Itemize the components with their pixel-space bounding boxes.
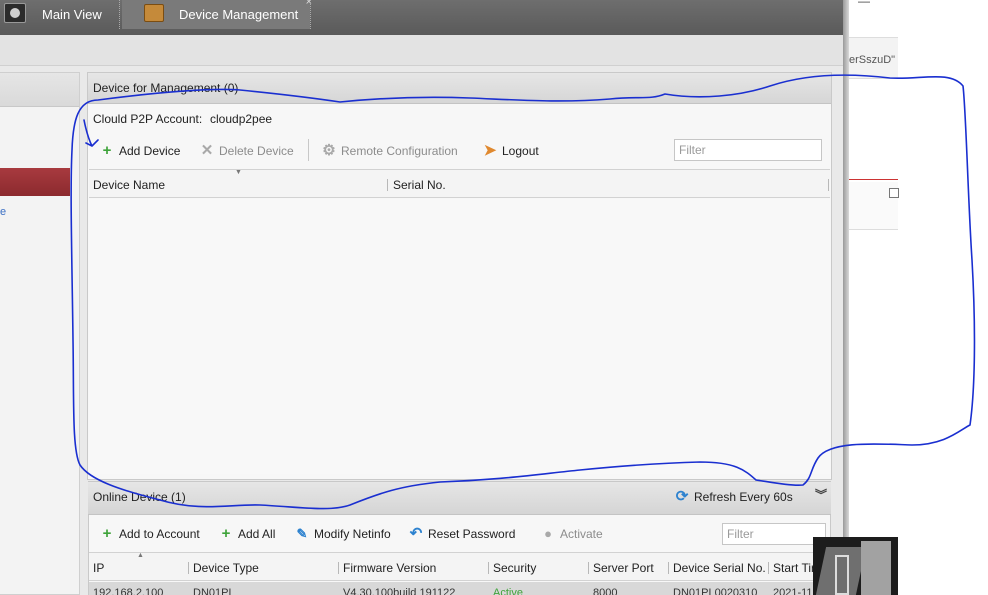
cell-serial: DN01PL0020310	[673, 587, 758, 595]
logout-label: Logout	[502, 144, 539, 158]
delete-device-label: Delete Device	[219, 144, 294, 158]
add-all-button[interactable]: + Add All	[219, 524, 276, 544]
column-divider[interactable]	[387, 179, 388, 191]
tab-main-view[interactable]: Main View	[0, 0, 118, 29]
column-divider[interactable]	[668, 562, 669, 574]
column-device-name[interactable]: Device Name	[93, 178, 165, 192]
undo-icon: ↶	[409, 525, 423, 542]
modify-netinfo-label: Modify Netinfo	[314, 527, 391, 541]
online-table-header: IP ▲ Device Type Firmware Version Securi…	[89, 552, 830, 581]
left-pane-link-fragment[interactable]: e	[0, 206, 6, 218]
cell-security: Active	[493, 587, 523, 595]
background-window-checkbox[interactable]	[889, 188, 899, 198]
column-serial-no[interactable]: Serial No.	[393, 178, 446, 192]
thumbnail-shape	[835, 555, 849, 595]
cell-device-type: DN01PL	[193, 587, 235, 595]
sort-indicator-icon: ▲	[137, 552, 144, 559]
column-device-type[interactable]: Device Type	[193, 561, 259, 575]
column-divider[interactable]	[588, 562, 589, 574]
left-pane-header	[0, 73, 79, 107]
column-security[interactable]: Security	[493, 561, 536, 575]
logout-button[interactable]: ➤ Logout	[483, 141, 539, 161]
refresh-label: Refresh Every 60s	[694, 490, 793, 504]
add-device-button[interactable]: + Add Device	[100, 141, 181, 161]
column-device-serial-no[interactable]: Device Serial No.	[673, 561, 766, 575]
reset-password-label: Reset Password	[428, 527, 516, 541]
device-management-title: Device for Management (0)	[93, 81, 239, 95]
activate-label: Activate	[560, 527, 603, 541]
refresh-button[interactable]: ⟳ Refresh Every 60s	[675, 487, 793, 507]
tab-device-management-label: Device Management	[179, 7, 299, 22]
column-start-time[interactable]: Start Tir	[773, 561, 815, 575]
column-divider[interactable]	[338, 562, 339, 574]
toolbar-strip	[0, 35, 843, 66]
reset-password-button[interactable]: ↶ Reset Password	[409, 524, 516, 544]
x-icon: ✕	[200, 142, 214, 159]
tab-divider	[119, 0, 121, 29]
plus-icon: +	[102, 142, 112, 159]
background-window-divider	[849, 179, 898, 180]
cloud-account-value: cloudp2pee	[210, 112, 273, 126]
device-table-body	[89, 199, 830, 474]
column-divider[interactable]	[488, 562, 489, 574]
cloud-account-label: Clould P2P Account:	[93, 112, 203, 126]
remote-configuration-button[interactable]: ⚙ Remote Configuration	[322, 141, 458, 161]
online-filter-input[interactable]	[722, 523, 826, 545]
edit-icon: ✎	[296, 526, 308, 541]
gear-icon: ⚙	[322, 142, 336, 159]
main-view-icon	[4, 3, 26, 23]
column-ip[interactable]: IP	[93, 561, 104, 575]
tab-device-management[interactable]: Device Management ×	[122, 0, 312, 29]
device-filter-input[interactable]	[674, 139, 822, 161]
add-to-account-button[interactable]: + Add to Account	[100, 524, 200, 544]
device-table-header: Device Name ▼ Serial No.	[89, 169, 830, 198]
camera-thumbnail[interactable]	[813, 537, 898, 595]
add-all-label: Add All	[238, 527, 276, 541]
thumbnail-shape	[861, 541, 891, 595]
background-window	[849, 0, 898, 595]
online-device-title: Online Device (1)	[93, 490, 186, 504]
tab-divider	[310, 0, 312, 29]
column-server-port[interactable]: Server Port	[593, 561, 654, 575]
activate-button[interactable]: ● Activate	[541, 524, 603, 544]
minimize-icon[interactable]: —	[858, 0, 870, 8]
device-management-icon	[144, 4, 164, 22]
left-pane	[0, 72, 80, 595]
add-to-account-label: Add to Account	[119, 527, 200, 541]
plus-icon: +	[102, 525, 112, 542]
delete-device-button[interactable]: ✕ Delete Device	[200, 141, 294, 161]
column-divider[interactable]	[768, 562, 769, 574]
modify-netinfo-button[interactable]: ✎ Modify Netinfo	[295, 524, 391, 544]
remote-configuration-label: Remote Configuration	[341, 144, 458, 158]
logout-arrow-icon: ➤	[483, 142, 497, 159]
table-row[interactable]: 192.168.2.100 DN01PL V4.30.100build 1911…	[89, 582, 830, 595]
refresh-icon: ⟳	[675, 488, 689, 505]
cell-start-time: 2021-11	[773, 587, 813, 595]
toolbar-separator	[308, 139, 309, 161]
double-chevron-down-icon[interactable]: ︾	[815, 486, 827, 503]
background-window-text: erSszuD"	[849, 54, 896, 66]
cell-ip: 192.168.2.100	[93, 587, 164, 595]
add-device-label: Add Device	[119, 144, 181, 158]
column-firmware-version[interactable]: Firmware Version	[343, 561, 436, 575]
tab-bar: Main View Device Management ×	[0, 0, 843, 35]
left-pane-selected-item[interactable]	[0, 168, 70, 196]
plus-icon: +	[221, 525, 231, 542]
cell-server-port: 8000	[593, 587, 618, 595]
column-divider[interactable]	[828, 179, 829, 191]
tab-main-view-label: Main View	[42, 7, 102, 22]
bulb-icon: ●	[544, 526, 552, 541]
cell-firmware: V4.30.100build 191122	[343, 587, 456, 595]
sort-indicator-icon: ▼	[235, 169, 242, 176]
column-divider[interactable]	[188, 562, 189, 574]
